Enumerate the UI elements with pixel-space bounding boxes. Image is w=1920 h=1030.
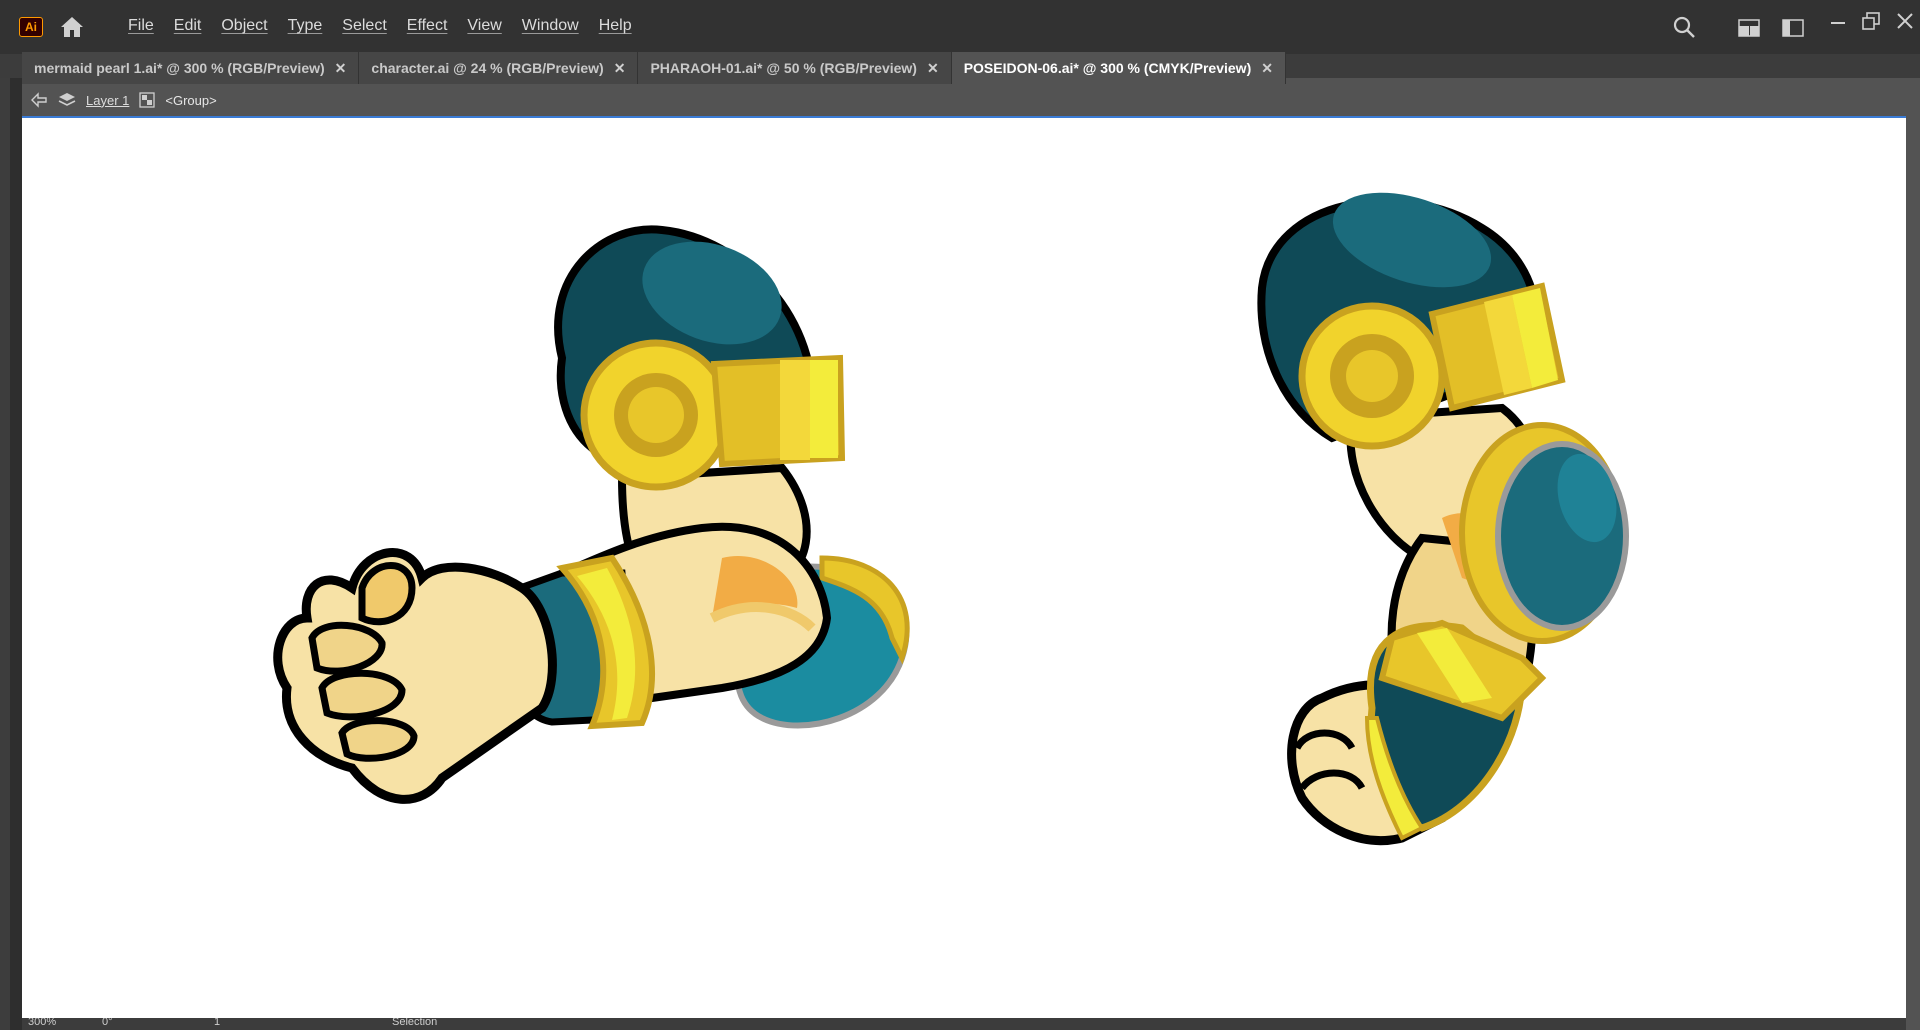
menu-effect[interactable]: Effect	[397, 15, 458, 37]
menu-bar: Ai File Edit Object Type Select Effect V…	[0, 0, 1920, 55]
layers-icon	[58, 93, 76, 106]
menu-window[interactable]: Window	[512, 15, 589, 37]
breadcrumb: Layer 1 <Group>	[30, 91, 217, 109]
close-icon[interactable]	[1896, 12, 1914, 30]
panel-icon[interactable]	[1782, 19, 1804, 37]
tools-panel-edge	[0, 78, 22, 1030]
workspace-icon[interactable]	[1738, 19, 1760, 37]
tab-label: mermaid pearl 1.ai* @ 300 % (RGB/Preview…	[34, 60, 325, 76]
breadcrumb-layer[interactable]: Layer 1	[86, 93, 129, 108]
current-tool: Selection	[392, 1018, 438, 1028]
search-icon[interactable]	[1672, 15, 1696, 39]
scrollbar-vertical[interactable]	[1906, 84, 1920, 1030]
status-bar: 300% 0° 1 Selection	[22, 1018, 1906, 1030]
tab-pharaoh[interactable]: PHARAOH-01.ai* @ 50 % (RGB/Preview) ✕	[638, 52, 952, 84]
artboard-canvas[interactable]	[22, 118, 1906, 1018]
menu-list: File Edit Object Type Select Effect View…	[118, 15, 642, 37]
document-tabs: mermaid pearl 1.ai* @ 300 % (RGB/Preview…	[22, 52, 1286, 84]
zoom-level[interactable]: 300%	[28, 1018, 56, 1028]
tab-character[interactable]: character.ai @ 24 % (RGB/Preview) ✕	[359, 52, 639, 84]
tab-poseidon[interactable]: POSEIDON-06.ai* @ 300 % (CMYK/Preview) ✕	[951, 52, 1286, 84]
group-icon	[139, 92, 156, 108]
tab-close-icon[interactable]: ✕	[335, 60, 347, 77]
tab-label: PHARAOH-01.ai* @ 50 % (RGB/Preview)	[650, 60, 917, 76]
menu-view[interactable]: View	[457, 15, 511, 37]
tab-close-icon[interactable]: ✕	[1261, 60, 1273, 77]
tab-close-icon[interactable]: ✕	[927, 60, 939, 77]
breadcrumb-group[interactable]: <Group>	[165, 93, 216, 108]
isolation-bar: Layer 1 <Group>	[22, 84, 1906, 116]
menu-help[interactable]: Help	[589, 15, 642, 37]
left-arm-illustration[interactable]	[273, 223, 910, 804]
rotation-value[interactable]: 0°	[102, 1018, 113, 1028]
menu-file[interactable]: File	[118, 15, 164, 37]
menu-type[interactable]: Type	[278, 15, 333, 37]
right-arm-illustration[interactable]	[1257, 175, 1629, 846]
artboard-number[interactable]: 1	[214, 1018, 220, 1028]
tab-label: POSEIDON-06.ai* @ 300 % (CMYK/Preview)	[963, 60, 1252, 76]
menu-object[interactable]: Object	[211, 15, 277, 37]
tab-mermaid-pearl[interactable]: mermaid pearl 1.ai* @ 300 % (RGB/Preview…	[22, 52, 360, 84]
app-logo: Ai	[19, 17, 43, 37]
tab-close-icon[interactable]: ✕	[614, 60, 626, 77]
menu-select[interactable]: Select	[332, 15, 396, 37]
restore-icon[interactable]	[1862, 12, 1880, 30]
back-arrow-icon[interactable]	[30, 92, 48, 108]
minimize-icon[interactable]	[1830, 20, 1846, 26]
menu-edit[interactable]: Edit	[164, 15, 212, 37]
home-icon[interactable]	[58, 14, 86, 40]
tab-label: character.ai @ 24 % (RGB/Preview)	[371, 60, 604, 76]
artwork[interactable]	[22, 118, 1906, 1018]
